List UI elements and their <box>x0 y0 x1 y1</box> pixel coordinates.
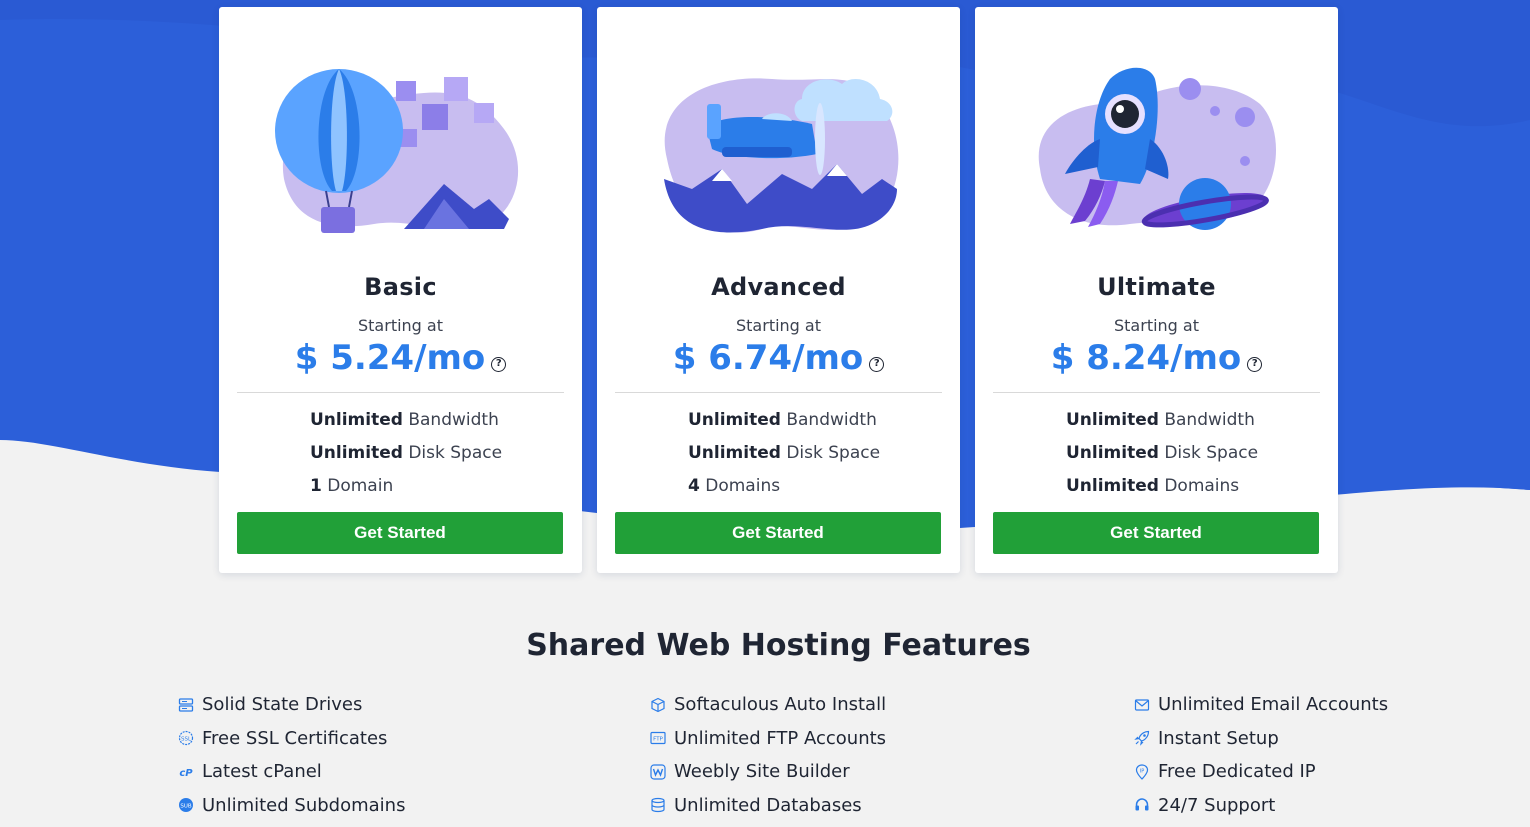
ftp-icon: FTP <box>649 729 667 747</box>
help-icon[interactable]: ? <box>869 357 885 372</box>
svg-text:cP: cP <box>179 768 193 779</box>
plan-feature-bandwidth: Unlimited Bandwidth <box>688 410 877 430</box>
cpanel-icon: cP <box>177 763 195 781</box>
ip-icon: IP <box>1133 763 1151 781</box>
svg-text:SSL: SSL <box>181 737 192 743</box>
feature-label: Free Dedicated IP <box>1158 761 1316 783</box>
headset-icon <box>1133 796 1151 814</box>
plan-features: Unlimited Bandwidth Unlimited Disk Space… <box>310 404 502 503</box>
feature-item: SUB Unlimited Subdomains <box>177 789 405 823</box>
plan-name: Ultimate <box>1097 273 1216 301</box>
feature-label: Latest cPanel <box>202 761 322 783</box>
plan-price: $ 5.24/mo <box>294 338 486 378</box>
features-section-title: Shared Web Hosting Features <box>526 628 1031 663</box>
feature-item: Solid State Drives <box>177 688 405 722</box>
plan-name: Basic <box>364 273 437 301</box>
divider <box>237 392 564 393</box>
feature-item: cP Latest cPanel <box>177 755 405 789</box>
feature-label: Unlimited Databases <box>674 794 862 816</box>
plan-feature-domains: 1 Domain <box>310 476 394 496</box>
price-row: $ 6.74/mo? <box>597 338 960 378</box>
features-column-3: Unlimited Email Accounts Instant Setup I… <box>1133 688 1388 822</box>
hot-air-balloon-illustration <box>275 69 519 233</box>
feature-item: Unlimited Email Accounts <box>1133 688 1388 722</box>
feature-label: Weebly Site Builder <box>674 761 850 783</box>
envelope-icon <box>1133 696 1151 714</box>
price-row: $ 5.24/mo? <box>219 338 582 378</box>
feature-label: Unlimited Subdomains <box>202 794 406 816</box>
plan-feature-disk-space: Unlimited Disk Space <box>310 443 503 463</box>
feature-label: Unlimited FTP Accounts <box>674 727 887 749</box>
plan-card-basic: Basic Starting at $ 5.24/mo? Unlimited B… <box>219 7 582 573</box>
plan-feature-domains: Unlimited Domains <box>1066 476 1240 496</box>
feature-item: Instant Setup <box>1133 722 1388 756</box>
pricing-plans: Basic Starting at $ 5.24/mo? Unlimited B… <box>219 7 1338 573</box>
rocket-illustration <box>1038 67 1277 230</box>
plan-feature-bandwidth: Unlimited Bandwidth <box>1066 410 1255 430</box>
divider <box>615 392 942 393</box>
plan-card-ultimate: Ultimate Starting at $ 8.24/mo? Unlimite… <box>975 7 1338 573</box>
plan-feature-disk-space: Unlimited Disk Space <box>688 443 881 463</box>
plan-price: $ 8.24/mo <box>1050 338 1242 378</box>
plan-feature-bandwidth: Unlimited Bandwidth <box>310 410 499 430</box>
starting-at-label: Starting at <box>1114 316 1199 335</box>
starting-at-label: Starting at <box>358 316 443 335</box>
feature-item: IP Free Dedicated IP <box>1133 755 1388 789</box>
plan-card-advanced: Advanced Starting at $ 6.74/mo? Unlimite… <box>597 7 960 573</box>
get-started-button[interactable]: Get Started <box>237 512 563 554</box>
plan-feature-disk-space: Unlimited Disk Space <box>1066 443 1259 463</box>
weebly-icon <box>649 763 667 781</box>
feature-label: Instant Setup <box>1158 727 1279 749</box>
feature-label: Solid State Drives <box>202 694 363 716</box>
feature-item: SSL Free SSL Certificates <box>177 722 405 756</box>
plan-name: Advanced <box>711 273 846 301</box>
svg-text:FTP: FTP <box>653 737 663 743</box>
feature-item: Softaculous Auto Install <box>649 688 886 722</box>
subdomain-icon: SUB <box>177 796 195 814</box>
svg-text:IP: IP <box>1140 768 1145 774</box>
help-icon[interactable]: ? <box>1247 357 1263 372</box>
feature-item: Unlimited Databases <box>649 789 886 823</box>
plan-price: $ 6.74/mo <box>672 338 864 378</box>
feature-item: 24/7 Support <box>1133 789 1388 823</box>
plan-feature-domains: 4 Domains <box>688 476 781 496</box>
feature-label: Softaculous Auto Install <box>674 694 887 716</box>
rocket-icon <box>1133 729 1151 747</box>
airplane-illustration <box>664 78 899 233</box>
features-column-2: Softaculous Auto Install FTP Unlimited F… <box>649 688 886 822</box>
get-started-button[interactable]: Get Started <box>993 512 1319 554</box>
price-row: $ 8.24/mo? <box>975 338 1338 378</box>
feature-item: Weebly Site Builder <box>649 755 886 789</box>
server-icon <box>177 696 195 714</box>
ssl-icon: SSL <box>177 729 195 747</box>
plan-features: Unlimited Bandwidth Unlimited Disk Space… <box>1066 404 1258 503</box>
feature-label: Unlimited Email Accounts <box>1158 694 1389 716</box>
database-icon <box>649 796 667 814</box>
get-started-button[interactable]: Get Started <box>615 512 941 554</box>
plan-features: Unlimited Bandwidth Unlimited Disk Space… <box>688 404 880 503</box>
help-icon[interactable]: ? <box>491 357 507 372</box>
svg-text:SUB: SUB <box>180 804 192 810</box>
cube-icon <box>649 696 667 714</box>
starting-at-label: Starting at <box>736 316 821 335</box>
feature-label: 24/7 Support <box>1158 794 1276 816</box>
feature-item: FTP Unlimited FTP Accounts <box>649 722 886 756</box>
feature-label: Free SSL Certificates <box>202 727 388 749</box>
features-column-1: Solid State Drives SSL Free SSL Certific… <box>177 688 405 822</box>
divider <box>993 392 1320 393</box>
